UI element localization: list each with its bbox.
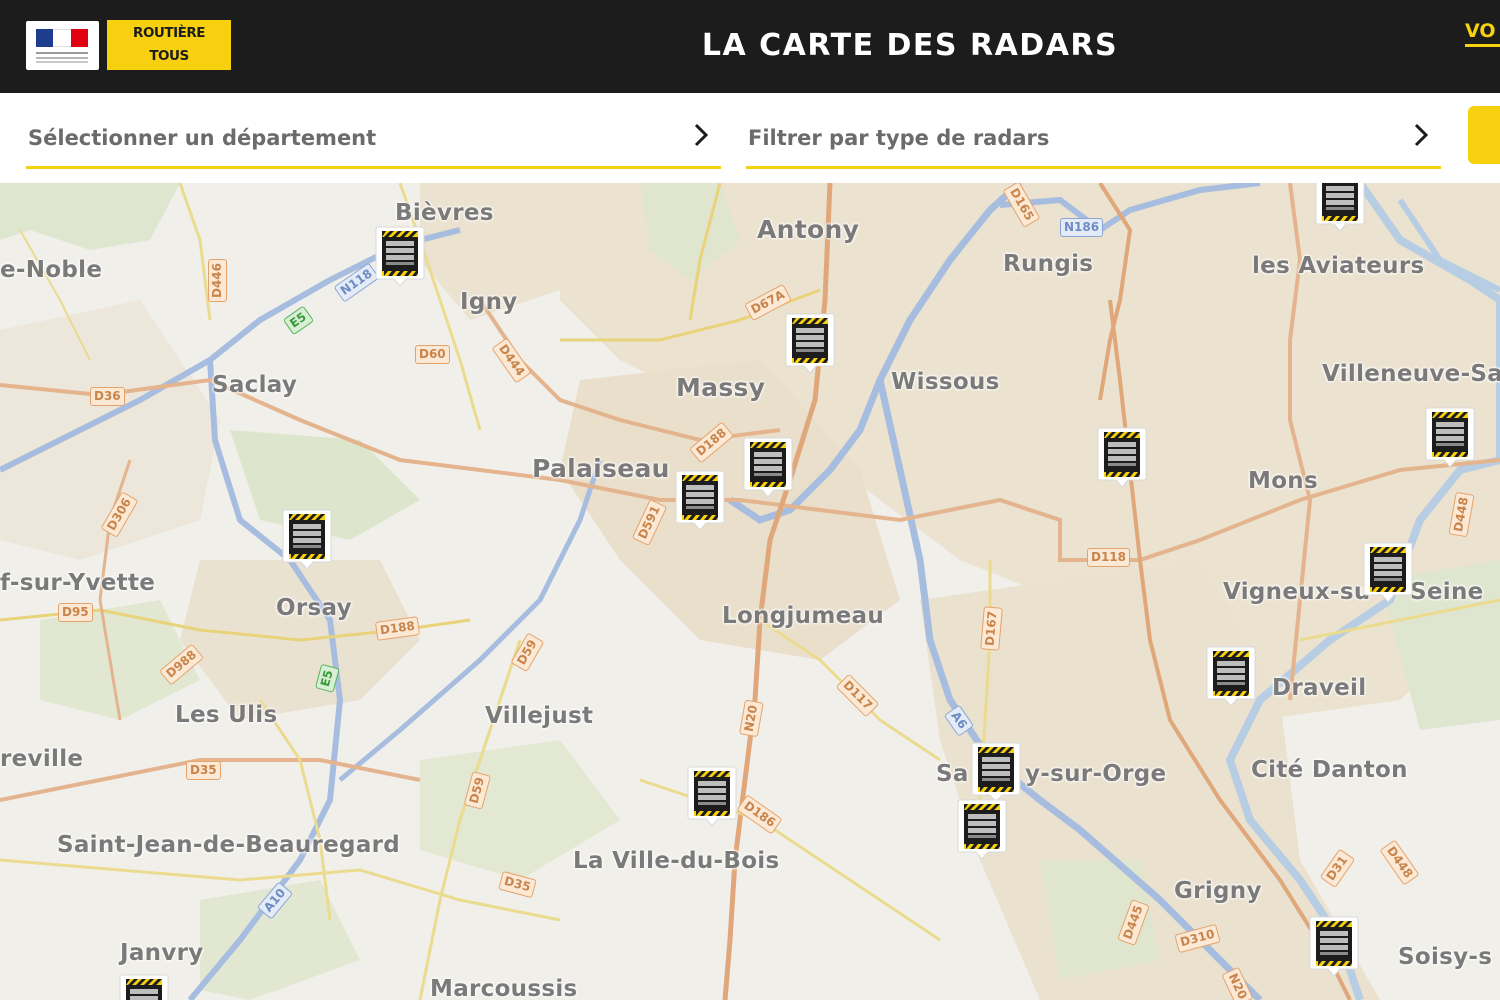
logo-line2: TOUS RESPONSABLES [111, 48, 227, 87]
place-label: Longjumeau [722, 603, 885, 629]
road-shield: D446 [208, 258, 228, 303]
road-shield: D95 [58, 603, 93, 622]
radar-marker-icon[interactable] [674, 469, 726, 531]
place-label: y-sur-Orge [1025, 761, 1167, 787]
radar-marker-icon[interactable] [956, 798, 1008, 860]
place-label: Marcoussis [430, 976, 578, 1000]
radar-marker-icon[interactable] [1205, 645, 1257, 707]
radar-marker-icon[interactable] [1424, 406, 1476, 468]
search-button[interactable] [1468, 106, 1500, 164]
radar-marker-icon[interactable] [1096, 426, 1148, 488]
place-label: reville [0, 746, 84, 772]
chevron-right-icon [694, 123, 709, 147]
place-label: Massy [676, 373, 766, 402]
place-label: Cité Danton [1251, 757, 1408, 783]
place-label: Grigny [1174, 878, 1262, 904]
road-shield: N186 [1060, 218, 1104, 237]
radar-marker-icon[interactable] [118, 973, 170, 1000]
radar-marker-icon[interactable] [1314, 183, 1366, 232]
road-shield: D167 [980, 606, 1003, 651]
filter-bar: Sélectionner un département Filtrer par … [0, 93, 1500, 183]
place-label: Saclay [212, 372, 298, 398]
road-shield: D36 [90, 387, 125, 406]
radar-type-select-label: Filtrer par type de radars [748, 126, 1050, 150]
place-label: Orsay [276, 595, 352, 621]
place-label: Villejust [485, 703, 594, 729]
place-label: Igny [460, 289, 518, 315]
republique-lines [36, 52, 88, 54]
radar-marker-icon[interactable] [374, 225, 426, 287]
road-shield: D60 [415, 345, 450, 364]
place-label: Rungis [1003, 251, 1094, 277]
place-label: Bièvres [395, 200, 494, 226]
place-label: La Ville-du-Bois [573, 848, 780, 874]
republique-francaise-logo[interactable] [26, 21, 99, 70]
radar-marker-icon[interactable] [970, 741, 1022, 803]
place-label: Palaiseau [532, 454, 670, 483]
radar-marker-icon[interactable] [784, 312, 836, 374]
radar-marker-icon[interactable] [686, 765, 738, 827]
radar-marker-icon[interactable] [1308, 915, 1360, 977]
road-shield: D118 [1087, 548, 1131, 567]
department-select-label: Sélectionner un département [28, 126, 377, 150]
place-label: Saint-Jean-de-Beauregard [57, 832, 401, 858]
vo-link[interactable]: VO [1465, 20, 1500, 47]
radar-marker-icon[interactable] [281, 508, 333, 570]
securite-routiere-logo[interactable]: SÉCURITÉ ROUTIÈRE TOUS RESPONSABLES [107, 2, 231, 87]
place-label: e-Noble [0, 257, 103, 283]
chevron-right-icon [1414, 123, 1429, 147]
place-label: Sa [936, 761, 969, 787]
marianne-flag-icon [36, 29, 88, 47]
logo-line1: SÉCURITÉ ROUTIÈRE [133, 2, 205, 41]
road-shield: D35 [186, 761, 221, 780]
place-label: Vigneux-su [1223, 579, 1371, 605]
place-label: les Aviateurs [1252, 253, 1425, 279]
place-label: Les Ulis [175, 702, 278, 728]
radar-marker-icon[interactable] [742, 436, 794, 498]
place-label: Wissous [891, 369, 1000, 395]
department-select[interactable]: Sélectionner un département [26, 114, 721, 169]
place-label: Villeneuve-Sa [1322, 361, 1500, 387]
top-header: SÉCURITÉ ROUTIÈRE TOUS RESPONSABLES LA C… [0, 0, 1500, 93]
place-label: Antony [757, 215, 860, 244]
place-label: Mons [1248, 468, 1318, 494]
place-label: Draveil [1272, 675, 1367, 701]
place-label: Seine [1410, 579, 1484, 605]
place-label: f-sur-Yvette [0, 570, 156, 596]
place-label: Janvry [120, 940, 204, 966]
radar-type-select[interactable]: Filtrer par type de radars [746, 114, 1441, 169]
place-label: Soisy-s [1398, 944, 1493, 970]
radar-marker-icon[interactable] [1362, 541, 1414, 603]
radar-map[interactable]: Bièvres Antony Rungis les Aviateurs e-No… [0, 183, 1500, 1000]
page-title: LA CARTE DES RADARS [701, 28, 1119, 63]
